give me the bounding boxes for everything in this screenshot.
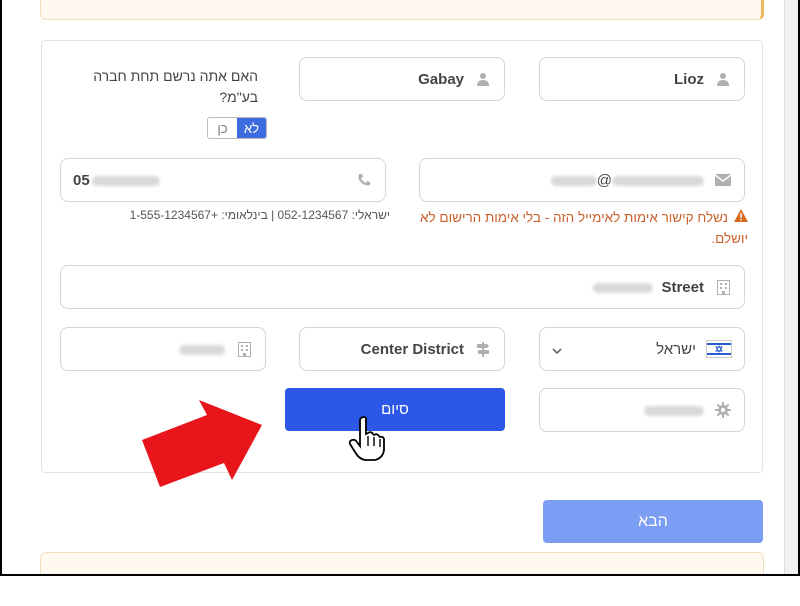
email-verification-warning: נשלח קישור אימות לאימייל הזה - בלי אימות… (418, 207, 748, 249)
phone-value: 05 (73, 172, 345, 189)
israel-flag-icon (706, 340, 732, 358)
street-suffix: Street (661, 278, 704, 296)
toggle-yes-option[interactable]: כן (208, 118, 237, 138)
last-name-field[interactable]: Gabay (299, 57, 505, 101)
annotation-arrow-icon (142, 400, 262, 487)
registration-page: Lioz Gabay האם אתה נרשם תחת חברה בע"מ? ל… (0, 0, 800, 576)
city-name-redacted (179, 344, 225, 355)
phone-format-hint: ישראלי: 052-1234567 | בינלאומי: +1-555-1… (129, 208, 390, 222)
country-value: ישראל (656, 340, 696, 358)
envelope-icon (714, 171, 732, 189)
country-select[interactable]: ישראל (539, 327, 745, 371)
phone-prefix: 05 (73, 171, 90, 189)
company-question-label: האם אתה נרשם תחת חברה בע"מ? (93, 68, 258, 105)
next-button[interactable]: הבא (543, 500, 763, 543)
last-name-value: Gabay (418, 70, 464, 88)
email-warning-text: נשלח קישור אימות לאימייל הזה - בלי אימות… (420, 210, 748, 246)
street-name-redacted (593, 282, 654, 293)
bottom-banner (40, 552, 764, 574)
phone-field[interactable]: 05 (60, 158, 386, 202)
company-toggle[interactable]: לא כן (207, 117, 267, 139)
email-domain-redacted (612, 175, 704, 186)
city-field[interactable] (60, 327, 266, 371)
email-at-sign: @ (596, 171, 612, 189)
toggle-no-option[interactable]: לא (237, 118, 266, 138)
signpost-icon (474, 340, 492, 358)
hand-pointer-icon (348, 416, 385, 461)
email-user-redacted (550, 175, 597, 186)
street-field[interactable]: Street (60, 265, 745, 309)
user-icon (714, 70, 732, 88)
building-icon (235, 340, 253, 358)
email-value: @ (550, 171, 704, 189)
district-value: Center District (360, 340, 464, 358)
street-value: Street (593, 279, 704, 296)
first-name-value: Lioz (674, 70, 704, 88)
building-icon (714, 278, 732, 296)
zip-field[interactable] (539, 388, 745, 432)
city-value (179, 341, 225, 358)
scrollbar[interactable] (784, 0, 798, 574)
chevron-down-icon (552, 340, 562, 359)
district-field[interactable]: Center District (299, 327, 505, 371)
finish-button[interactable]: סיום (285, 388, 505, 431)
gear-icon (714, 401, 732, 419)
first-name-field[interactable]: Lioz (539, 57, 745, 101)
email-field[interactable]: @ (419, 158, 745, 202)
phone-icon (355, 171, 373, 189)
zip-value (644, 402, 704, 419)
user-icon (474, 70, 492, 88)
zip-redacted (644, 405, 704, 416)
phone-number-redacted (91, 175, 160, 186)
warning-icon (734, 207, 748, 228)
top-banner (40, 0, 764, 20)
